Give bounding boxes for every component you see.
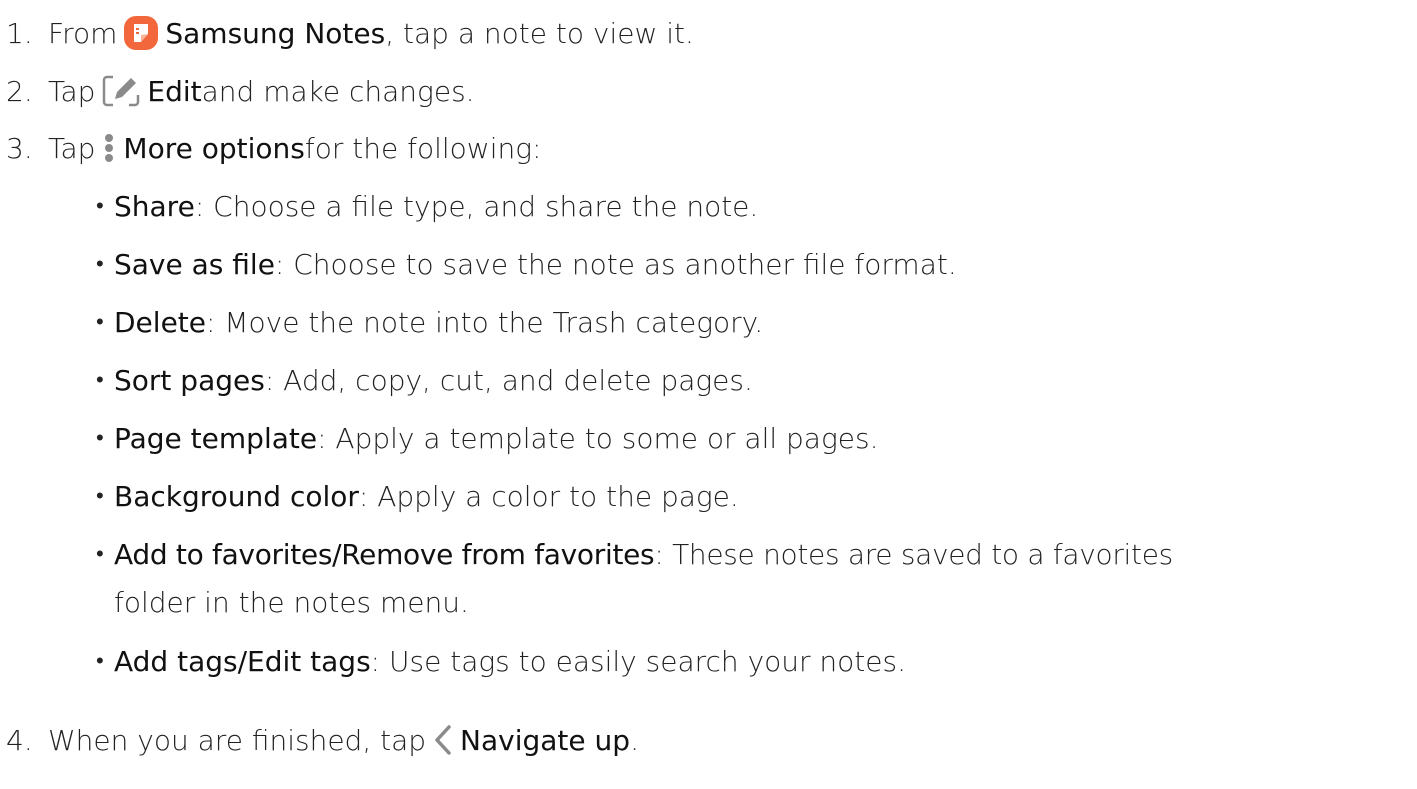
option-page-template: • Page template : Apply a template to so… bbox=[96, 410, 878, 466]
edit-icon bbox=[101, 73, 141, 109]
option-term: Delete bbox=[114, 305, 206, 339]
option-term: Background color bbox=[114, 479, 359, 513]
bullet: • bbox=[96, 252, 104, 277]
step-number: 3. bbox=[6, 131, 33, 165]
option-description: : Choose a file type, and share the note… bbox=[194, 189, 759, 223]
option-term: Page template bbox=[114, 421, 318, 455]
step-1: 1. From Samsung Notes , tap a note to vi… bbox=[0, 5, 694, 61]
bullet: • bbox=[96, 368, 104, 393]
navigate-up-icon bbox=[432, 722, 454, 758]
step-text-post: for the following: bbox=[304, 131, 542, 165]
step-text-pre: When you are finished, tap bbox=[48, 723, 427, 757]
option-term: Share bbox=[114, 189, 195, 223]
step-text-post: , tap a note to view it. bbox=[385, 16, 694, 50]
step-text-pre: Tap bbox=[48, 74, 96, 108]
step-2: 2. Tap Edit and make changes. bbox=[0, 63, 475, 119]
option-description: : Apply a template to some or all pages. bbox=[317, 421, 879, 455]
samsung-notes-term: Samsung Notes bbox=[165, 16, 386, 50]
option-delete: • Delete : Move the note into the Trash … bbox=[96, 294, 763, 350]
option-description-continued: folder in the notes menu. bbox=[114, 585, 469, 619]
step-number: 4. bbox=[6, 723, 33, 757]
option-share: • Share : Choose a file type, and share … bbox=[96, 178, 758, 234]
option-description: : Add, copy, cut, and delete pages. bbox=[264, 363, 753, 397]
step-text-pre: From bbox=[48, 16, 118, 50]
bullet: • bbox=[96, 426, 104, 451]
step-number: 2. bbox=[6, 74, 33, 108]
option-sort-pages: • Sort pages : Add, copy, cut, and delet… bbox=[96, 352, 753, 408]
option-tags: • Add tags/Edit tags : Use tags to easil… bbox=[96, 633, 906, 689]
option-term: Save as file bbox=[114, 247, 275, 281]
bullet: • bbox=[96, 310, 104, 335]
option-description: : These notes are saved to a favorites bbox=[654, 537, 1173, 571]
option-term: Add to favorites/Remove from favorites bbox=[114, 537, 655, 571]
more-options-term: More options bbox=[123, 131, 305, 165]
bullet: • bbox=[96, 484, 104, 509]
bullet: • bbox=[96, 194, 104, 219]
option-favorites-continued: folder in the notes menu. bbox=[114, 574, 469, 630]
bullet: • bbox=[96, 649, 104, 674]
option-description: : Choose to save the note as another fil… bbox=[274, 247, 957, 281]
bullet: • bbox=[96, 542, 104, 567]
option-description: : Move the note into the Trash category. bbox=[206, 305, 764, 339]
option-description: : Apply a color to the page. bbox=[358, 479, 739, 513]
more-options-icon bbox=[101, 130, 117, 166]
samsung-notes-app-icon bbox=[123, 15, 159, 51]
option-description: : Use tags to easily search your notes. bbox=[370, 644, 906, 678]
step-3: 3. Tap More options for the following: bbox=[0, 120, 541, 176]
step-text-pre: Tap bbox=[48, 131, 96, 165]
option-save-as-file: • Save as file : Choose to save the note… bbox=[96, 236, 957, 292]
step-text-post: . bbox=[630, 723, 639, 757]
option-term: Add tags/Edit tags bbox=[114, 644, 371, 678]
instructions-page: 1. From Samsung Notes , tap a note to vi… bbox=[0, 0, 1417, 789]
edit-term: Edit bbox=[147, 74, 202, 108]
option-term: Sort pages bbox=[114, 363, 265, 397]
step-number: 1. bbox=[6, 16, 33, 50]
option-background-color: • Background color : Apply a color to th… bbox=[96, 468, 739, 524]
step-4: 4. When you are finished, tap Navigate u… bbox=[0, 712, 639, 768]
navigate-up-term: Navigate up bbox=[460, 723, 631, 757]
step-text-post: and make changes. bbox=[201, 74, 475, 108]
